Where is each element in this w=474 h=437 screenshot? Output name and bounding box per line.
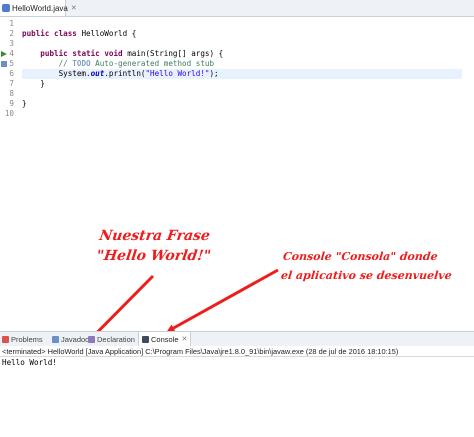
- declaration-icon: [88, 335, 95, 343]
- line-number: 3: [9, 39, 14, 48]
- console-icon: [142, 335, 149, 343]
- line-number: 1: [9, 19, 14, 28]
- keyword: public: [40, 49, 68, 58]
- class-name: HelloWorld {: [76, 29, 137, 38]
- tab-label: Javadoc: [61, 334, 89, 344]
- comment: Auto-generated method stub: [90, 59, 215, 68]
- problems-icon: [2, 335, 9, 343]
- system-class: System.: [58, 69, 91, 78]
- code-line-2: public class HelloWorld {: [22, 29, 462, 39]
- method-signature: main(String[] args) {: [122, 49, 224, 58]
- javadoc-icon: [52, 335, 59, 343]
- println-call: .println(: [104, 69, 146, 78]
- java-file-icon: [2, 4, 10, 12]
- keyword: class: [54, 29, 77, 38]
- tab-declaration[interactable]: Declaration: [88, 332, 135, 346]
- line-number: 10: [4, 109, 14, 118]
- console-status: <terminated> HelloWorld [Java Applicatio…: [0, 346, 474, 357]
- line-number: 6: [9, 69, 14, 78]
- line-number: 9: [9, 99, 14, 108]
- tab-label: Problems: [11, 334, 43, 344]
- tab-label: Console: [151, 334, 179, 344]
- comment: //: [58, 59, 73, 68]
- keyword: public: [22, 29, 50, 38]
- code-line-9: }: [22, 99, 27, 108]
- line-number: 2: [9, 29, 14, 38]
- statement-end: );: [209, 69, 219, 78]
- tab-label: Declaration: [97, 334, 135, 344]
- tab-console[interactable]: Console ✕: [138, 332, 192, 346]
- annotation-console: Console "Consola" donde el aplicativo se…: [280, 247, 455, 285]
- editor-tab-bar: HelloWorld.java ✕: [0, 0, 474, 17]
- keyword: static: [72, 49, 100, 58]
- view-tab-bar: Problems Javadoc Declaration Console ✕: [0, 331, 474, 347]
- override-marker-icon: [1, 51, 7, 57]
- out-field: out: [90, 69, 105, 78]
- todo-tag: TODO: [72, 59, 91, 68]
- string-literal: "Hello World!": [145, 69, 210, 78]
- close-icon[interactable]: ✕: [182, 335, 188, 343]
- tab-javadoc[interactable]: Javadoc: [52, 332, 89, 346]
- tab-problems[interactable]: Problems: [2, 332, 43, 346]
- code-line-7: }: [22, 79, 45, 88]
- line-number: 7: [9, 79, 14, 88]
- annotation-phrase: Nuestra Frase "Hello World!": [95, 226, 215, 266]
- annotation-phrase-line1: Nuestra Frase: [98, 228, 212, 244]
- editor-tab-label: HelloWorld.java: [12, 3, 68, 13]
- console-output: Hello World!: [2, 358, 57, 367]
- annotation-console-line2: el aplicativo se desenvuelve: [280, 269, 453, 282]
- close-icon[interactable]: ✕: [71, 4, 77, 12]
- code-line-6: System.out.println("Hello World!");: [22, 69, 462, 79]
- code-line-4: public static void main(String[] args) {: [22, 49, 462, 59]
- keyword: void: [104, 49, 123, 58]
- console-panel[interactable]: [0, 357, 474, 437]
- line-number-gutter: 1 2 3 4 5 6 7 8 9 10: [0, 17, 18, 330]
- task-marker-icon: [1, 61, 7, 67]
- line-number: 8: [9, 89, 14, 98]
- annotation-console-line1: Console "Consola" donde: [282, 250, 439, 263]
- code-line-5: // TODO Auto-generated method stub: [22, 59, 462, 69]
- annotation-phrase-line2: "Hello World!": [95, 248, 212, 264]
- editor-tab-helloworld[interactable]: HelloWorld.java ✕: [0, 0, 77, 16]
